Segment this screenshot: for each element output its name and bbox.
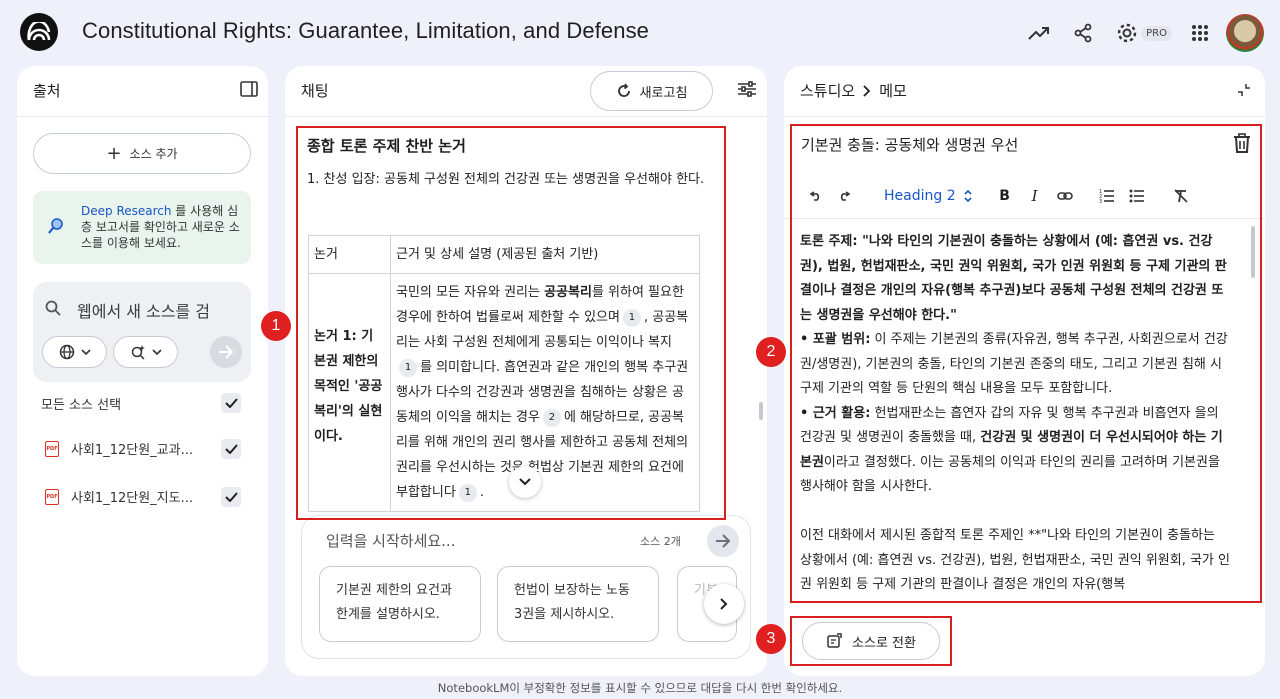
source-item-name: 사회1_12단원_지도... xyxy=(71,491,193,506)
collapse-icon[interactable] xyxy=(1237,82,1251,101)
panel-divider xyxy=(285,116,767,117)
annotation-box-3 xyxy=(790,616,952,666)
sources-panel: 출처 + 소스 추가 Deep Research 를 사용해 심층 보고서를 확… xyxy=(17,66,268,676)
annotation-box-1 xyxy=(296,126,726,520)
chat-input[interactable]: 입력을 시작하세요... xyxy=(326,530,455,551)
source-count: 소스 2개 xyxy=(640,535,681,548)
panel-divider xyxy=(17,116,268,117)
chat-input-box: 입력을 시작하세요... 소스 2개 기본권 제한의 요건과 한계를 설명하시오… xyxy=(301,515,751,659)
suggestion-chip[interactable]: 기본권 제한의 요건과 한계를 설명하시오. xyxy=(319,566,481,642)
source-item[interactable]: PDF 사회1_12단원_지도... xyxy=(45,487,193,506)
refresh-label: 새로고침 xyxy=(639,85,688,101)
send-button[interactable] xyxy=(707,525,739,557)
web-search-input[interactable]: 웹에서 새 소스를 검 xyxy=(77,298,210,322)
source-checkbox[interactable] xyxy=(221,487,241,507)
check-icon xyxy=(224,492,238,502)
add-source-label: 소스 추가 xyxy=(129,147,178,161)
check-icon xyxy=(224,444,238,454)
sources-header: 출처 xyxy=(33,82,61,100)
chevron-down-icon xyxy=(151,349,162,355)
pro-badge: PRO xyxy=(1141,25,1172,41)
web-search-box: 웹에서 새 소스를 검 xyxy=(33,282,251,382)
annotation-marker-3: 3 xyxy=(756,624,786,654)
collapse-panel-icon[interactable] xyxy=(240,81,258,101)
sparkle-search-icon xyxy=(131,345,145,360)
annotation-box-2 xyxy=(790,124,1262,603)
disclaimer-footer: NotebookLM이 부정확한 정보를 표시할 수 있으므로 대답을 다시 한… xyxy=(437,681,843,695)
annotation-marker-2: 2 xyxy=(756,337,786,367)
notebooklm-logo[interactable] xyxy=(20,13,58,51)
plus-icon: + xyxy=(106,143,122,164)
tune-icon[interactable] xyxy=(737,80,757,102)
source-item-name: 사회1_12단원_교과... xyxy=(71,443,193,458)
search-icon xyxy=(45,300,61,320)
chevron-down-icon xyxy=(80,349,91,355)
select-all-checkbox[interactable] xyxy=(221,393,241,413)
suggestion-chip[interactable]: 헌법이 보장하는 노동 3권을 제시하시오. xyxy=(497,566,659,642)
pdf-icon: PDF xyxy=(45,440,59,457)
share-icon[interactable] xyxy=(1061,13,1105,53)
top-bar: Constitutional Rights: Guarantee, Limita… xyxy=(0,0,1280,66)
source-item[interactable]: PDF 사회1_12단원_교과... xyxy=(45,439,193,458)
breadcrumb-studio[interactable]: 스튜디오 xyxy=(800,80,855,101)
arrow-right-icon xyxy=(219,345,234,359)
chevron-right-icon xyxy=(863,84,871,97)
submit-search-button[interactable] xyxy=(210,336,242,368)
web-source-dropdown[interactable] xyxy=(42,336,107,368)
deep-research-banner[interactable]: Deep Research 를 사용해 심층 보고서를 확인하고 새로운 소스를… xyxy=(33,191,251,264)
panel-divider xyxy=(784,116,1265,117)
notebook-title[interactable]: Constitutional Rights: Guarantee, Limita… xyxy=(82,18,649,44)
deep-research-link[interactable]: Deep Research xyxy=(81,204,171,218)
source-checkbox[interactable] xyxy=(221,439,241,459)
add-source-button[interactable]: + 소스 추가 xyxy=(33,133,251,174)
globe-icon xyxy=(59,344,74,360)
breadcrumb: 스튜디오 메모 xyxy=(800,80,907,101)
apps-grid-icon[interactable] xyxy=(1178,13,1222,53)
select-all-label: 모든 소스 선택 xyxy=(41,398,122,413)
analytics-icon[interactable] xyxy=(1017,13,1061,53)
pdf-icon: PDF xyxy=(45,488,59,505)
avatar[interactable] xyxy=(1226,14,1264,52)
check-icon xyxy=(224,398,238,408)
annotation-marker-1: 1 xyxy=(261,311,291,341)
chevron-right-icon xyxy=(720,598,728,610)
refresh-button[interactable]: 새로고침 xyxy=(590,71,713,111)
next-suggestions-button[interactable] xyxy=(704,584,744,624)
chat-scrollbar[interactable] xyxy=(759,402,763,420)
arrow-right-icon xyxy=(716,534,731,548)
chat-header: 채팅 xyxy=(301,82,329,100)
search-magnify-icon xyxy=(47,217,65,239)
research-mode-dropdown[interactable] xyxy=(113,336,178,368)
breadcrumb-memo: 메모 xyxy=(879,82,907,100)
refresh-icon xyxy=(617,83,630,97)
